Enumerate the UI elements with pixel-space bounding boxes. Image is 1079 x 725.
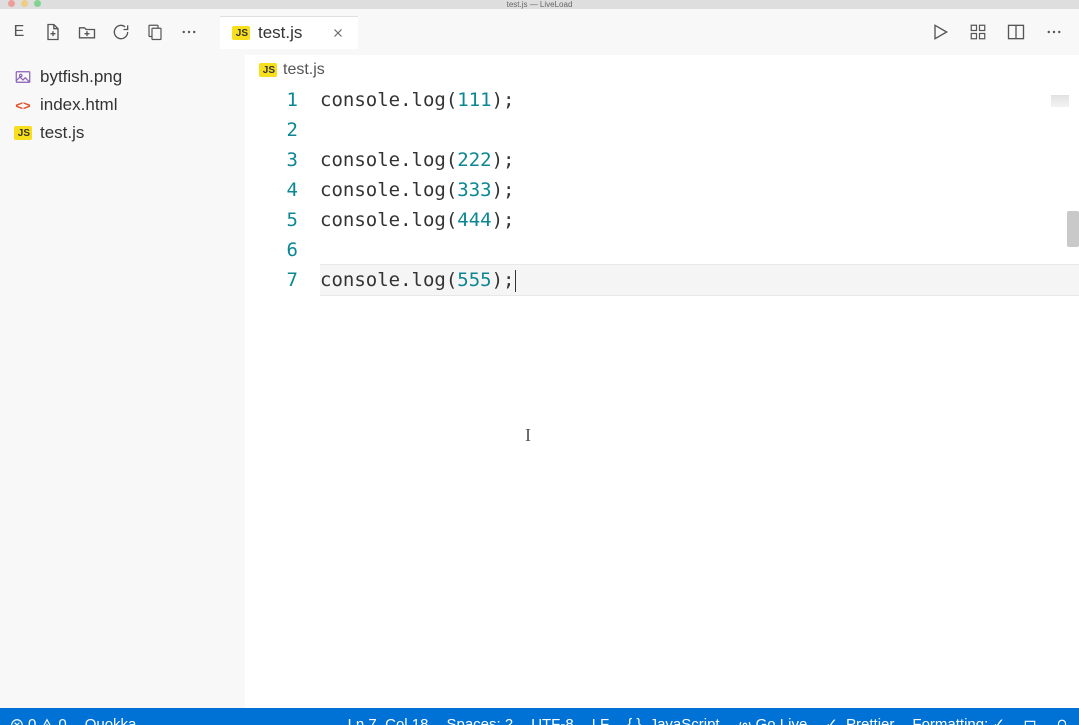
- line-number: 6: [245, 235, 298, 265]
- zoom-window-button[interactable]: [34, 0, 41, 7]
- problems-button[interactable]: 0 0: [10, 716, 67, 725]
- file-item-bytfish[interactable]: bytfish.png: [0, 63, 245, 91]
- more-icon[interactable]: [178, 21, 200, 43]
- grid-icon[interactable]: [967, 21, 989, 43]
- file-item-test-js[interactable]: JS test.js: [0, 119, 245, 147]
- quokka-button[interactable]: Quokka: [85, 716, 137, 725]
- cursor-position[interactable]: Ln 7, Col 18: [348, 716, 429, 725]
- breadcrumb-file: test.js: [283, 61, 325, 79]
- line-number: 1: [245, 85, 298, 115]
- tab-label: test.js: [258, 23, 302, 43]
- html-icon: <>: [14, 96, 32, 114]
- line-number: 2: [245, 115, 298, 145]
- feedback-icon[interactable]: [1023, 719, 1037, 725]
- notifications-icon[interactable]: [1055, 719, 1069, 725]
- collapse-icon[interactable]: [144, 21, 166, 43]
- code-line[interactable]: console.log(111);: [320, 85, 1079, 115]
- js-icon: JS: [232, 26, 250, 40]
- window-title: test.js — LiveLoad: [507, 0, 573, 9]
- line-number: 7: [245, 265, 298, 295]
- file-name: bytfish.png: [40, 67, 122, 87]
- eol-button[interactable]: LF: [592, 716, 610, 725]
- formatting-button[interactable]: Formatting: ✓: [912, 715, 1005, 725]
- refresh-icon[interactable]: [110, 21, 132, 43]
- window-titlebar: test.js — LiveLoad: [0, 0, 1079, 9]
- code-line[interactable]: console.log(555);: [320, 264, 1079, 296]
- run-icon[interactable]: [929, 21, 951, 43]
- code-line[interactable]: [320, 115, 1079, 145]
- minimap[interactable]: [1051, 95, 1069, 107]
- minimize-window-button[interactable]: [21, 0, 28, 7]
- code-line[interactable]: [320, 235, 1079, 265]
- line-number: 3: [245, 145, 298, 175]
- encoding-button[interactable]: UTF-8: [531, 716, 574, 725]
- new-file-icon[interactable]: [42, 21, 64, 43]
- code-line[interactable]: console.log(333);: [320, 175, 1079, 205]
- split-editor-icon[interactable]: [1005, 21, 1027, 43]
- breadcrumb[interactable]: JS test.js: [245, 55, 1079, 85]
- file-explorer: bytfish.png <> index.html JS test.js: [0, 55, 245, 708]
- go-live-button[interactable]: Go Live: [738, 716, 808, 725]
- tab-test-js[interactable]: JS test.js: [220, 16, 358, 49]
- code-editor[interactable]: 1234567 console.log(111); console.log(22…: [245, 85, 1079, 708]
- js-icon: JS: [14, 126, 32, 140]
- warning-count: 0: [58, 716, 66, 725]
- line-number: 5: [245, 205, 298, 235]
- close-icon[interactable]: [330, 25, 346, 41]
- file-item-index-html[interactable]: <> index.html: [0, 91, 245, 119]
- file-name: test.js: [40, 123, 84, 143]
- file-name: index.html: [40, 95, 117, 115]
- new-folder-icon[interactable]: [76, 21, 98, 43]
- explorer-button[interactable]: E: [8, 21, 30, 43]
- scrollbar-thumb[interactable]: [1067, 211, 1079, 247]
- image-icon: [14, 68, 32, 86]
- statusbar: 0 0 Quokka Ln 7, Col 18 Spaces: 2 UTF-8 …: [0, 708, 1079, 725]
- language-mode-button[interactable]: { } JavaScript: [627, 716, 719, 725]
- more-actions-icon[interactable]: [1043, 21, 1065, 43]
- code-line[interactable]: console.log(222);: [320, 145, 1079, 175]
- line-gutter: 1234567: [245, 85, 320, 708]
- toolbar: E JS test.js: [0, 9, 1079, 55]
- caret: [515, 270, 517, 292]
- text-cursor-icon: I: [525, 425, 527, 445]
- line-number: 4: [245, 175, 298, 205]
- close-window-button[interactable]: [8, 0, 15, 7]
- indentation-button[interactable]: Spaces: 2: [446, 716, 513, 725]
- code-line[interactable]: console.log(444);: [320, 205, 1079, 235]
- js-icon: JS: [259, 63, 277, 77]
- error-count: 0: [28, 716, 36, 725]
- prettier-button[interactable]: ✓ Prettier: [825, 715, 894, 725]
